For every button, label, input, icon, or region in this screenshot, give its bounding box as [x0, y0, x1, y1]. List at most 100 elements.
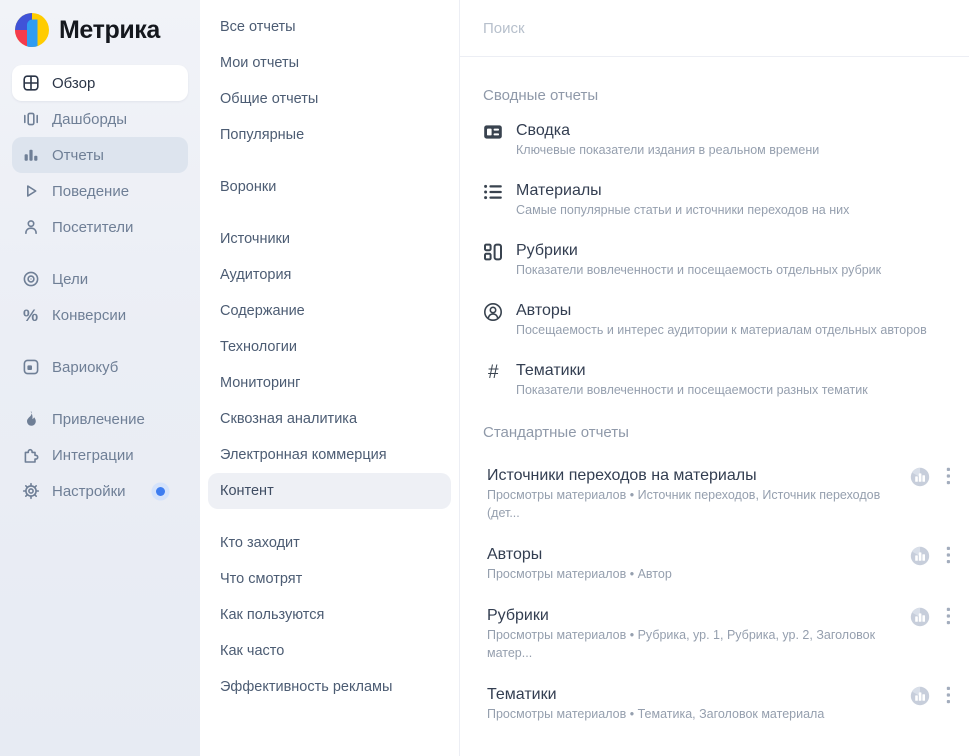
brand: Метрика — [0, 0, 200, 47]
flame-icon — [21, 410, 40, 429]
reports-nav-item-label: Все отчеты — [220, 19, 296, 35]
author-icon — [483, 302, 503, 322]
variocube-icon — [21, 358, 40, 377]
sidebar-item-label: Привлечение — [52, 411, 145, 428]
report-row[interactable]: Авторы Просмотры материалов • Автор — [483, 545, 955, 583]
hash-icon: # — [483, 362, 503, 382]
search-bar — [460, 0, 969, 57]
sidebar-item[interactable]: Посетители — [12, 209, 188, 245]
reports-nav-item[interactable]: Как часто — [208, 633, 451, 669]
reports-nav: Все отчеты Мои отчеты Общие отчеты Попул… — [200, 0, 460, 756]
sidebar-item[interactable]: Поведение — [12, 173, 188, 209]
sidebar-item[interactable]: Отчеты — [12, 137, 188, 173]
report-title: Источники переходов на материалы — [487, 466, 898, 485]
report-card[interactable]: Рубрики Показатели вовлеченности и посещ… — [483, 241, 955, 279]
reports-nav-item[interactable]: Контент — [208, 473, 451, 509]
reports-nav-item[interactable]: Аудитория — [208, 257, 451, 293]
sidebar-item[interactable]: Дашборды — [12, 101, 188, 137]
kebab-menu-icon[interactable] — [946, 686, 951, 704]
reports-nav-item-label: Содержание — [220, 303, 305, 319]
report-list: Источники переходов на материалы Просмот… — [483, 466, 955, 723]
report-title: Рубрики — [516, 241, 881, 260]
reports-nav-item[interactable]: Общие отчеты — [208, 81, 451, 117]
panel-sections: Сводные отчеты Сводка Ключевые показател… — [460, 87, 969, 723]
app: Метрика Обзор Дашборды Отчеты Поведение … — [0, 0, 969, 756]
sidebar-item[interactable]: Привлечение — [12, 401, 188, 437]
report-desc: Показатели вовлеченности и посещаемость … — [516, 261, 881, 279]
reports-nav-item-label: Аудитория — [220, 267, 291, 283]
sidebar-item[interactable]: Обзор — [12, 65, 188, 101]
metrika-chart-icon[interactable] — [910, 686, 930, 706]
metrika-chart-icon[interactable] — [910, 607, 930, 627]
gear-icon — [21, 482, 40, 501]
brand-name: Метрика — [59, 16, 160, 45]
reports-nav-item-label: Воронки — [220, 179, 276, 195]
reports-nav-item[interactable]: Сквозная аналитика — [208, 401, 451, 437]
reports-nav-item-label: Эффективность рекламы — [220, 679, 392, 695]
report-card[interactable]: Сводка Ключевые показатели издания в реа… — [483, 121, 955, 159]
kebab-menu-icon[interactable] — [946, 467, 951, 485]
report-card[interactable]: # Тематики Показатели вовлеченности и по… — [483, 361, 955, 399]
reports-nav-item[interactable]: Популярные — [208, 117, 451, 153]
report-title: Рубрики — [487, 606, 898, 625]
grid-icon — [21, 74, 40, 93]
report-title: Тематики — [487, 685, 898, 704]
reports-nav-item[interactable]: Мои отчеты — [208, 45, 451, 81]
sidebar-item[interactable]: Интеграции — [12, 437, 188, 473]
kebab-menu-icon[interactable] — [946, 546, 951, 564]
reports-nav-item[interactable]: Технологии — [208, 329, 451, 365]
sidebar-item-label: Посетители — [52, 219, 133, 236]
reports-nav-item-label: Источники — [220, 231, 290, 247]
report-title: Авторы — [516, 301, 927, 320]
reports-nav-item-label: Мониторинг — [220, 375, 300, 391]
reports-nav-item[interactable]: Источники — [208, 221, 451, 257]
sidebar-item-label: Поведение — [52, 183, 129, 200]
person-icon — [21, 218, 40, 237]
target-icon — [21, 270, 40, 289]
report-list: Сводка Ключевые показатели издания в реа… — [483, 121, 955, 399]
kebab-menu-icon[interactable] — [946, 607, 951, 625]
reports-nav-item[interactable]: Эффективность рекламы — [208, 669, 451, 705]
report-desc: Просмотры материалов • Источник переходо… — [487, 486, 898, 522]
search-input[interactable] — [483, 20, 946, 37]
reports-nav-item-label: Общие отчеты — [220, 91, 318, 107]
reports-panel: Сводные отчеты Сводка Ключевые показател… — [460, 0, 969, 756]
dashboard-icon — [21, 110, 40, 129]
report-desc: Просмотры материалов • Автор — [487, 565, 898, 583]
report-card[interactable]: Авторы Посещаемость и интерес аудитории … — [483, 301, 955, 339]
section-title: Сводные отчеты — [483, 87, 955, 104]
sidebar-item[interactable]: Вариокуб — [12, 349, 188, 385]
sidebar-item[interactable]: Цели — [12, 261, 188, 297]
sidebar-item-label: Интеграции — [52, 447, 134, 464]
reports-nav-item-label: Технологии — [220, 339, 297, 355]
reports-nav-item-label: Кто заходит — [220, 535, 300, 551]
reports-nav-item-label: Контент — [220, 483, 274, 499]
reports-nav-item[interactable]: Мониторинг — [208, 365, 451, 401]
reports-nav-item[interactable]: Что смотрят — [208, 561, 451, 597]
report-row[interactable]: Рубрики Просмотры материалов • Рубрика, … — [483, 606, 955, 662]
sidebar-item-label: Дашборды — [52, 111, 127, 128]
reports-nav-item[interactable]: Электронная коммерция — [208, 437, 451, 473]
reports-nav-item-label: Популярные — [220, 127, 304, 143]
reports-nav-item[interactable]: Как пользуются — [208, 597, 451, 633]
reports-nav-item[interactable]: Воронки — [208, 169, 451, 205]
metrika-chart-icon[interactable] — [910, 546, 930, 566]
sidebar: Метрика Обзор Дашборды Отчеты Поведение … — [0, 0, 200, 756]
reports-nav-item[interactable]: Кто заходит — [208, 525, 451, 561]
sidebar-item-label: Цели — [52, 271, 88, 288]
report-title: Материалы — [516, 181, 849, 200]
reports-nav-item[interactable]: Содержание — [208, 293, 451, 329]
report-row[interactable]: Источники переходов на материалы Просмот… — [483, 466, 955, 522]
reports-nav-item-label: Как пользуются — [220, 607, 324, 623]
report-row[interactable]: Тематики Просмотры материалов • Тематика… — [483, 685, 955, 723]
sidebar-item[interactable]: % Конверсии — [12, 297, 188, 333]
sidebar-nav: Обзор Дашборды Отчеты Поведение Посетите… — [0, 65, 200, 509]
reports-nav-item-label: Электронная коммерция — [220, 447, 387, 463]
sidebar-item[interactable]: Настройки — [12, 473, 188, 509]
report-desc: Просмотры материалов • Тематика, Заголов… — [487, 705, 898, 723]
card-icon — [483, 122, 503, 142]
metrika-chart-icon[interactable] — [910, 467, 930, 487]
reports-nav-item[interactable]: Все отчеты — [208, 9, 451, 45]
report-card[interactable]: Материалы Самые популярные статьи и исто… — [483, 181, 955, 219]
play-icon — [21, 182, 40, 201]
